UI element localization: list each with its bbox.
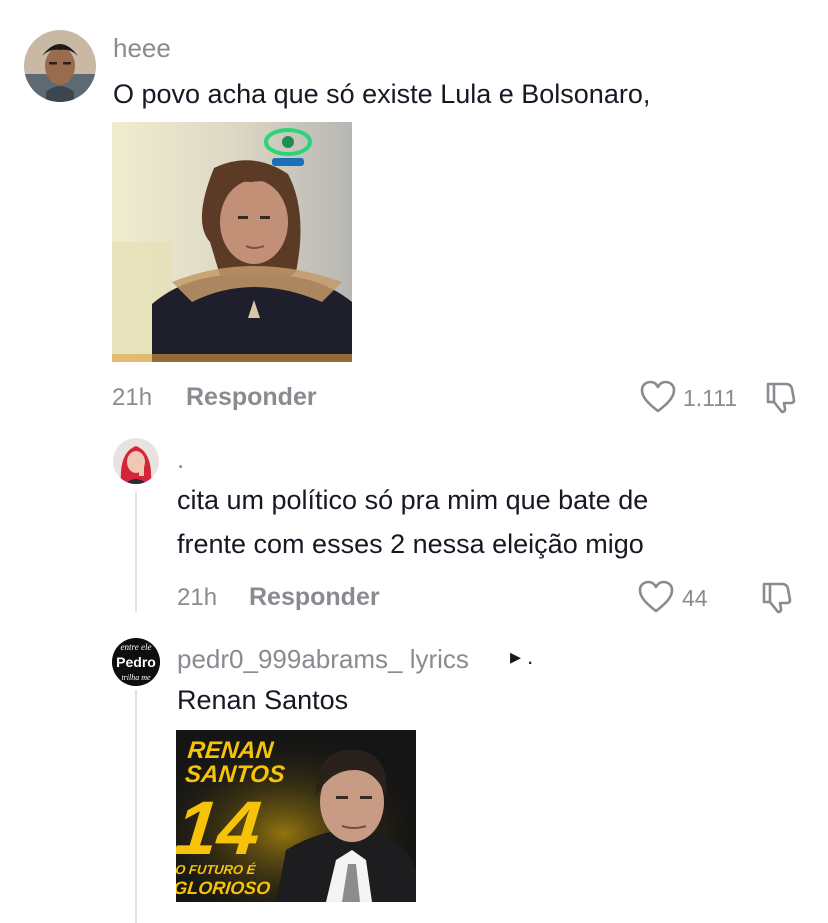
- reply-item: . cita um político só pra mim que bate d…: [0, 430, 828, 620]
- reply-text: Renan Santos: [177, 685, 349, 715]
- poster-name-line-2: SANTOS: [184, 761, 286, 788]
- poster-number: 14: [176, 786, 265, 871]
- heart-icon: [640, 380, 676, 413]
- comment-text: O povo acha que só existe Lula e Bolsona…: [113, 79, 651, 109]
- reply-item: entre ele Pedro trilha me pedr0_999abram…: [0, 630, 828, 923]
- comment-timestamp: 21h: [112, 384, 153, 411]
- like-button[interactable]: [640, 380, 676, 414]
- play-triangle-icon: ▸ .: [510, 644, 534, 669]
- reply-button[interactable]: Responder: [249, 583, 380, 612]
- avatar[interactable]: [113, 438, 159, 484]
- avatar-text-bottom: trilha me: [121, 673, 151, 682]
- reply-text-line-1: cita um político só pra mim que bate de: [177, 485, 649, 515]
- like-count: 44: [682, 585, 708, 611]
- reply-timestamp: 21h: [177, 584, 218, 611]
- poster-tagline-2: GLORIOSO: [176, 878, 271, 898]
- comment-image[interactable]: [112, 122, 352, 362]
- avatar-text-top: entre ele: [121, 642, 152, 652]
- comment-username[interactable]: heee: [113, 33, 171, 64]
- reply-username[interactable]: pedr0_999abrams_ lyrics: [177, 644, 469, 675]
- like-button[interactable]: [638, 580, 674, 614]
- reply-image-poster[interactable]: RENAN SANTOS 14 O FUTURO É GLORIOSO: [176, 730, 416, 902]
- reply-button[interactable]: Responder: [186, 383, 317, 412]
- dislike-button[interactable]: [764, 380, 798, 414]
- dislike-icon: [762, 582, 792, 614]
- like-count: 1.111: [683, 385, 738, 411]
- avatar[interactable]: entre ele Pedro trilha me: [112, 638, 160, 686]
- heart-icon: [638, 580, 674, 613]
- reply-username[interactable]: .: [177, 444, 184, 475]
- comment-item: heee O povo acha que só existe Lula e Bo…: [0, 0, 828, 420]
- dislike-icon: [766, 382, 796, 414]
- avatar-text-middle: Pedro: [116, 654, 156, 670]
- dislike-button[interactable]: [760, 580, 794, 614]
- reply-text-line-2: frente com esses 2 nessa eleição migo: [177, 529, 644, 559]
- poster-name-line-1: RENAN: [186, 737, 275, 764]
- poster-tagline-1: O FUTURO É: [176, 862, 256, 877]
- avatar[interactable]: [24, 30, 96, 102]
